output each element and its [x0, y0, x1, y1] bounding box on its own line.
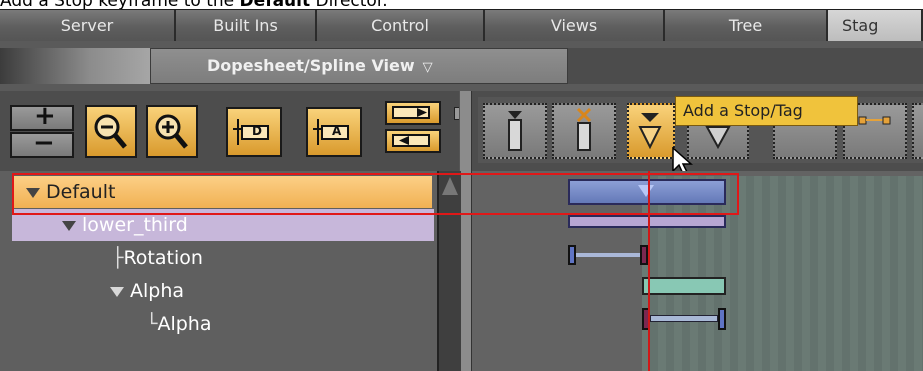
- collapse-triangle-icon: [110, 286, 124, 297]
- add-director-button[interactable]: D: [226, 107, 282, 157]
- alpha-group-bar[interactable]: [642, 277, 726, 295]
- rotation-keyframe-range[interactable]: [568, 245, 652, 265]
- actor-letter: A: [332, 124, 342, 138]
- add-stop-tag-button[interactable]: [627, 103, 675, 159]
- collapse-left-button[interactable]: [385, 129, 441, 153]
- tab-control[interactable]: Control: [317, 10, 485, 41]
- delete-keyframe-button[interactable]: [552, 103, 616, 159]
- add-stop-tag-tooltip: Add a Stop/Tag: [675, 96, 858, 126]
- zoom-out-button[interactable]: [85, 105, 137, 158]
- collapse-left-icon: [392, 134, 430, 147]
- zoom-out-step-button[interactable]: −: [10, 128, 74, 158]
- tree-connector-icon: └: [146, 313, 158, 335]
- chevron-down-icon: ▽: [422, 60, 433, 75]
- add-actor-button[interactable]: A: [306, 107, 362, 157]
- dopesheet-view-dropdown[interactable]: Dopesheet/Spline View ▽: [150, 48, 568, 84]
- tree-row-label: lower_third: [82, 214, 188, 236]
- tab-tree[interactable]: Tree: [665, 10, 828, 41]
- dopesheet-title: Dopesheet/Spline View: [207, 56, 415, 75]
- header-empty-area: [568, 48, 923, 84]
- tree-row-alpha-group[interactable]: Alpha: [12, 275, 184, 307]
- alpha-keyframe-range[interactable]: [642, 308, 726, 330]
- tree-connector-icon: ├: [112, 247, 124, 269]
- keyframe-end[interactable]: [640, 245, 648, 265]
- director-letter: D: [252, 124, 262, 138]
- main-tab-bar: Server Built Ins Control Views Tree Stag: [0, 9, 923, 42]
- tab-views[interactable]: Views: [485, 10, 665, 41]
- keyframe-tool-button-3[interactable]: [912, 103, 923, 159]
- tree-row-label: Alpha: [157, 313, 212, 335]
- dopesheet-header: Dopesheet/Spline View ▽: [0, 41, 923, 91]
- tab-server[interactable]: Server: [0, 10, 176, 41]
- expand-right-button[interactable]: [385, 101, 441, 125]
- delete-keyframe-icon: [576, 107, 592, 151]
- lower-third-bar[interactable]: [568, 215, 726, 228]
- header-gradient: [0, 48, 150, 84]
- tree-row-rotation[interactable]: ├Rotation: [12, 242, 203, 274]
- highlight-annotation-box: [12, 173, 739, 215]
- keyframe-start[interactable]: [568, 245, 576, 265]
- tree-row-label: Rotation: [123, 247, 203, 269]
- plus-icon: +: [34, 101, 56, 131]
- add-keyframe-button[interactable]: [483, 103, 547, 159]
- tab-stage[interactable]: Stag: [828, 10, 923, 41]
- stop-tag-icon: [638, 113, 662, 150]
- tree-row-label: Alpha: [130, 280, 185, 302]
- zoom-out-icon: [94, 114, 127, 149]
- keyframe-line: [576, 253, 642, 257]
- add-keyframe-icon: [508, 111, 522, 151]
- tree-row-alpha-track[interactable]: └Alpha: [12, 308, 211, 340]
- collapse-triangle-icon: [62, 220, 76, 231]
- keyframe-line: [650, 315, 718, 322]
- zoom-in-icon: [155, 114, 188, 149]
- zoom-in-button[interactable]: [146, 105, 198, 158]
- keyframe-end[interactable]: [718, 308, 726, 330]
- tab-built-ins[interactable]: Built Ins: [176, 10, 317, 41]
- expand-right-icon: [392, 106, 430, 119]
- instruction-caption: Add a Stop keyframe to the Default Direc…: [0, 0, 388, 11]
- minus-icon: −: [33, 128, 55, 158]
